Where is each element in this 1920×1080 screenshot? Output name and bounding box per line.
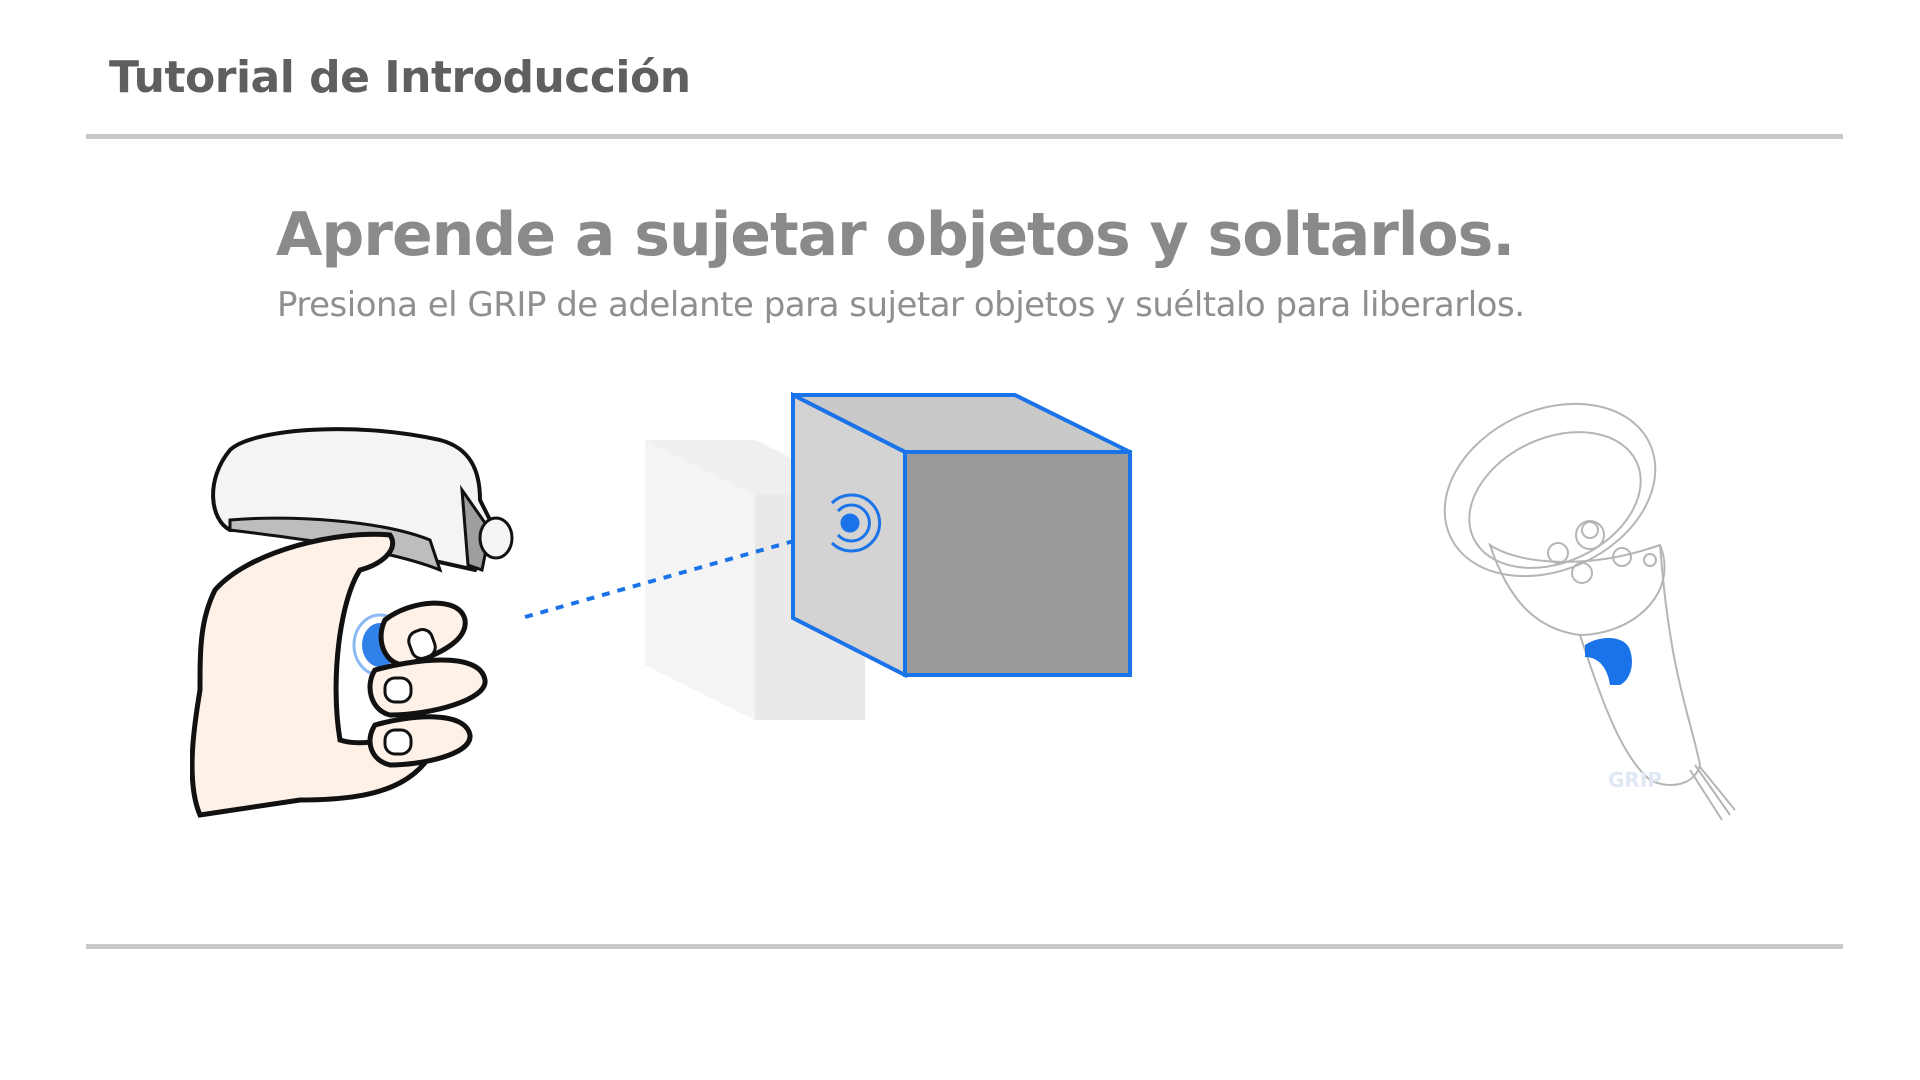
lesson-subtitle: Presiona el GRIP de adelante para sujeta… bbox=[277, 285, 1525, 325]
hand-controller-icon bbox=[190, 427, 514, 818]
footer-divider bbox=[86, 944, 1843, 949]
lesson-title: Aprende a sujetar objetos y soltarlos. bbox=[276, 200, 1515, 270]
header-divider bbox=[86, 134, 1843, 139]
cube-icon bbox=[791, 391, 1132, 679]
grip-label: GRIP bbox=[1608, 768, 1662, 792]
header-title: Tutorial de Introducción bbox=[109, 52, 691, 103]
grab-target-illustration bbox=[524, 391, 1132, 720]
grip-button-icon bbox=[1585, 638, 1632, 685]
